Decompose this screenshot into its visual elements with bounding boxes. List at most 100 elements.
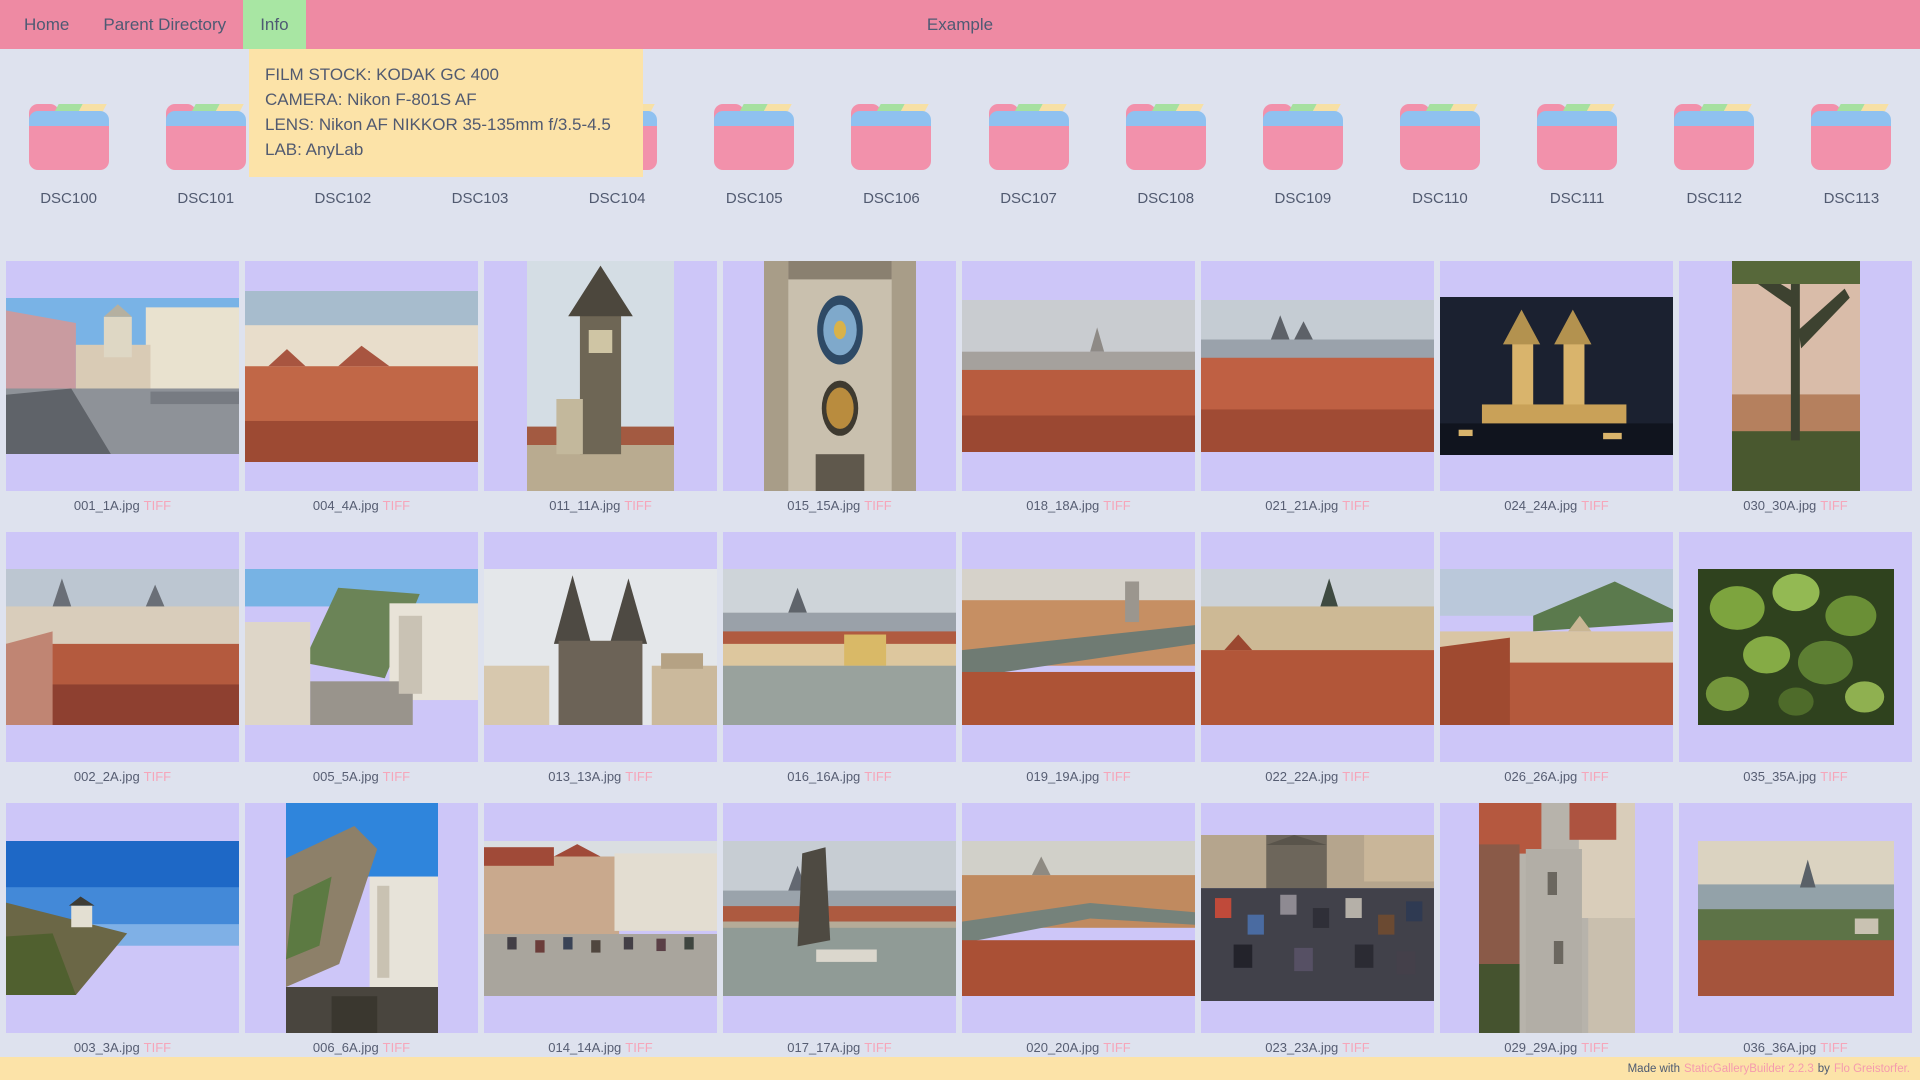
photo-thumbnail[interactable] — [245, 569, 478, 725]
gallery-cell[interactable] — [962, 803, 1195, 1033]
tiff-link[interactable]: TIFF — [144, 1040, 171, 1055]
gallery-cell[interactable] — [1440, 803, 1673, 1033]
folder-link[interactable]: DSC111 — [1509, 104, 1646, 207]
tiff-link[interactable]: TIFF — [1103, 769, 1130, 784]
photo-thumbnail[interactable] — [6, 298, 239, 454]
gallery-cell[interactable] — [962, 532, 1195, 762]
gallery-cell[interactable] — [723, 532, 956, 762]
photo-thumbnail[interactable] — [1201, 569, 1434, 725]
tiff-link[interactable]: TIFF — [144, 498, 171, 513]
tiff-link[interactable]: TIFF — [625, 1040, 652, 1055]
gallery-item: 013_13A.jpg TIFF — [484, 532, 717, 787]
tiff-link[interactable]: TIFF — [1103, 1040, 1130, 1055]
folder-link[interactable]: DSC100 — [0, 104, 137, 207]
gallery-item: 018_18A.jpg TIFF — [962, 261, 1195, 516]
gallery-item: 014_14A.jpg TIFF — [484, 803, 717, 1058]
tiff-link[interactable]: TIFF — [1820, 1040, 1847, 1055]
photo-thumbnail[interactable] — [1201, 300, 1434, 452]
gallery-cell[interactable] — [1201, 803, 1434, 1033]
tiff-link[interactable]: TIFF — [1103, 498, 1130, 513]
tiff-link[interactable]: TIFF — [864, 1040, 891, 1055]
tiff-link[interactable]: TIFF — [864, 769, 891, 784]
tiff-link[interactable]: TIFF — [625, 769, 652, 784]
builder-link[interactable]: StaticGalleryBuilder 2.2.3 — [1684, 1063, 1814, 1075]
gallery-cell[interactable] — [6, 261, 239, 491]
folder-link[interactable]: DSC105 — [686, 104, 823, 207]
photo-thumbnail[interactable] — [962, 840, 1195, 996]
tiff-link[interactable]: TIFF — [1342, 498, 1369, 513]
gallery-caption: 011_11A.jpg TIFF — [484, 491, 717, 516]
photo-thumbnail[interactable] — [527, 261, 674, 491]
photo-thumbnail[interactable] — [1697, 840, 1894, 996]
photo-thumbnail[interactable] — [1201, 835, 1434, 1001]
gallery-cell[interactable] — [723, 803, 956, 1033]
gallery-item: 021_21A.jpg TIFF — [1201, 261, 1434, 516]
tiff-link[interactable]: TIFF — [383, 498, 410, 513]
nav-item-info[interactable]: Info — [243, 0, 306, 49]
gallery-cell[interactable] — [484, 261, 717, 491]
gallery-cell[interactable] — [1440, 532, 1673, 762]
footer-made-with: Made with — [1627, 1062, 1681, 1075]
folder-label: DSC102 — [314, 190, 372, 207]
folder-link[interactable]: DSC113 — [1783, 104, 1920, 207]
photo-thumbnail[interactable] — [962, 300, 1195, 452]
gallery-cell[interactable] — [245, 803, 478, 1033]
gallery-caption: 003_3A.jpg TIFF — [6, 1033, 239, 1058]
tiff-link[interactable]: TIFF — [1342, 769, 1369, 784]
folder-link[interactable]: DSC110 — [1371, 104, 1508, 207]
photo-thumbnail[interactable] — [6, 841, 239, 995]
tiff-link[interactable]: TIFF — [1342, 1040, 1369, 1055]
photo-thumbnail[interactable] — [1697, 569, 1894, 725]
gallery-cell[interactable] — [484, 532, 717, 762]
gallery-cell[interactable] — [1201, 261, 1434, 491]
tiff-link[interactable]: TIFF — [383, 1040, 410, 1055]
gallery-cell[interactable] — [6, 532, 239, 762]
photo-thumbnail[interactable] — [1440, 569, 1673, 725]
tiff-link[interactable]: TIFF — [1820, 498, 1847, 513]
photo-thumbnail[interactable] — [484, 569, 717, 725]
tiff-link[interactable]: TIFF — [1581, 769, 1608, 784]
gallery-item: 030_30A.jpg TIFF — [1679, 261, 1912, 516]
photo-thumbnail[interactable] — [1731, 261, 1860, 491]
photo-thumbnail[interactable] — [285, 803, 438, 1033]
gallery-cell[interactable] — [962, 261, 1195, 491]
photo-thumbnail[interactable] — [723, 569, 956, 725]
tiff-link[interactable]: TIFF — [383, 769, 410, 784]
author-link[interactable]: Flo Greistorfer. — [1834, 1063, 1910, 1075]
filename-label: 013_13A.jpg — [548, 769, 622, 784]
gallery-cell[interactable] — [1679, 803, 1912, 1033]
photo-thumbnail[interactable] — [1440, 297, 1673, 455]
gallery-cell[interactable] — [245, 261, 478, 491]
tiff-link[interactable]: TIFF — [144, 769, 171, 784]
tiff-link[interactable]: TIFF — [1820, 769, 1847, 784]
folder-link[interactable]: DSC106 — [823, 104, 960, 207]
gallery-cell[interactable] — [1679, 261, 1912, 491]
gallery-cell[interactable] — [6, 803, 239, 1033]
photo-thumbnail[interactable] — [6, 569, 239, 725]
photo-thumbnail[interactable] — [962, 569, 1195, 725]
photo-thumbnail[interactable] — [1478, 803, 1635, 1033]
folder-link[interactable]: DSC107 — [960, 104, 1097, 207]
photo-thumbnail[interactable] — [245, 290, 478, 462]
gallery-cell[interactable] — [1679, 532, 1912, 762]
tiff-link[interactable]: TIFF — [1581, 498, 1608, 513]
folder-label: DSC112 — [1686, 190, 1743, 207]
folder-label: DSC105 — [725, 190, 783, 207]
photo-thumbnail[interactable] — [723, 840, 956, 996]
folder-link[interactable]: DSC108 — [1097, 104, 1234, 207]
tiff-link[interactable]: TIFF — [864, 498, 891, 513]
tiff-link[interactable]: TIFF — [624, 498, 651, 513]
gallery-cell[interactable] — [245, 532, 478, 762]
nav-item-home[interactable]: Home — [7, 0, 86, 49]
gallery-cell[interactable] — [1201, 532, 1434, 762]
nav-item-parent-directory[interactable]: Parent Directory — [86, 0, 243, 49]
photo-thumbnail[interactable] — [763, 261, 916, 491]
gallery-cell[interactable] — [723, 261, 956, 491]
folder-link[interactable]: DSC109 — [1234, 104, 1371, 207]
photo-thumbnail[interactable] — [484, 840, 717, 996]
gallery-cell[interactable] — [1440, 261, 1673, 491]
folder-link[interactable]: DSC112 — [1646, 104, 1783, 207]
tiff-link[interactable]: TIFF — [1581, 1040, 1608, 1055]
info-line: LAB: AnyLab — [265, 140, 364, 159]
gallery-cell[interactable] — [484, 803, 717, 1033]
